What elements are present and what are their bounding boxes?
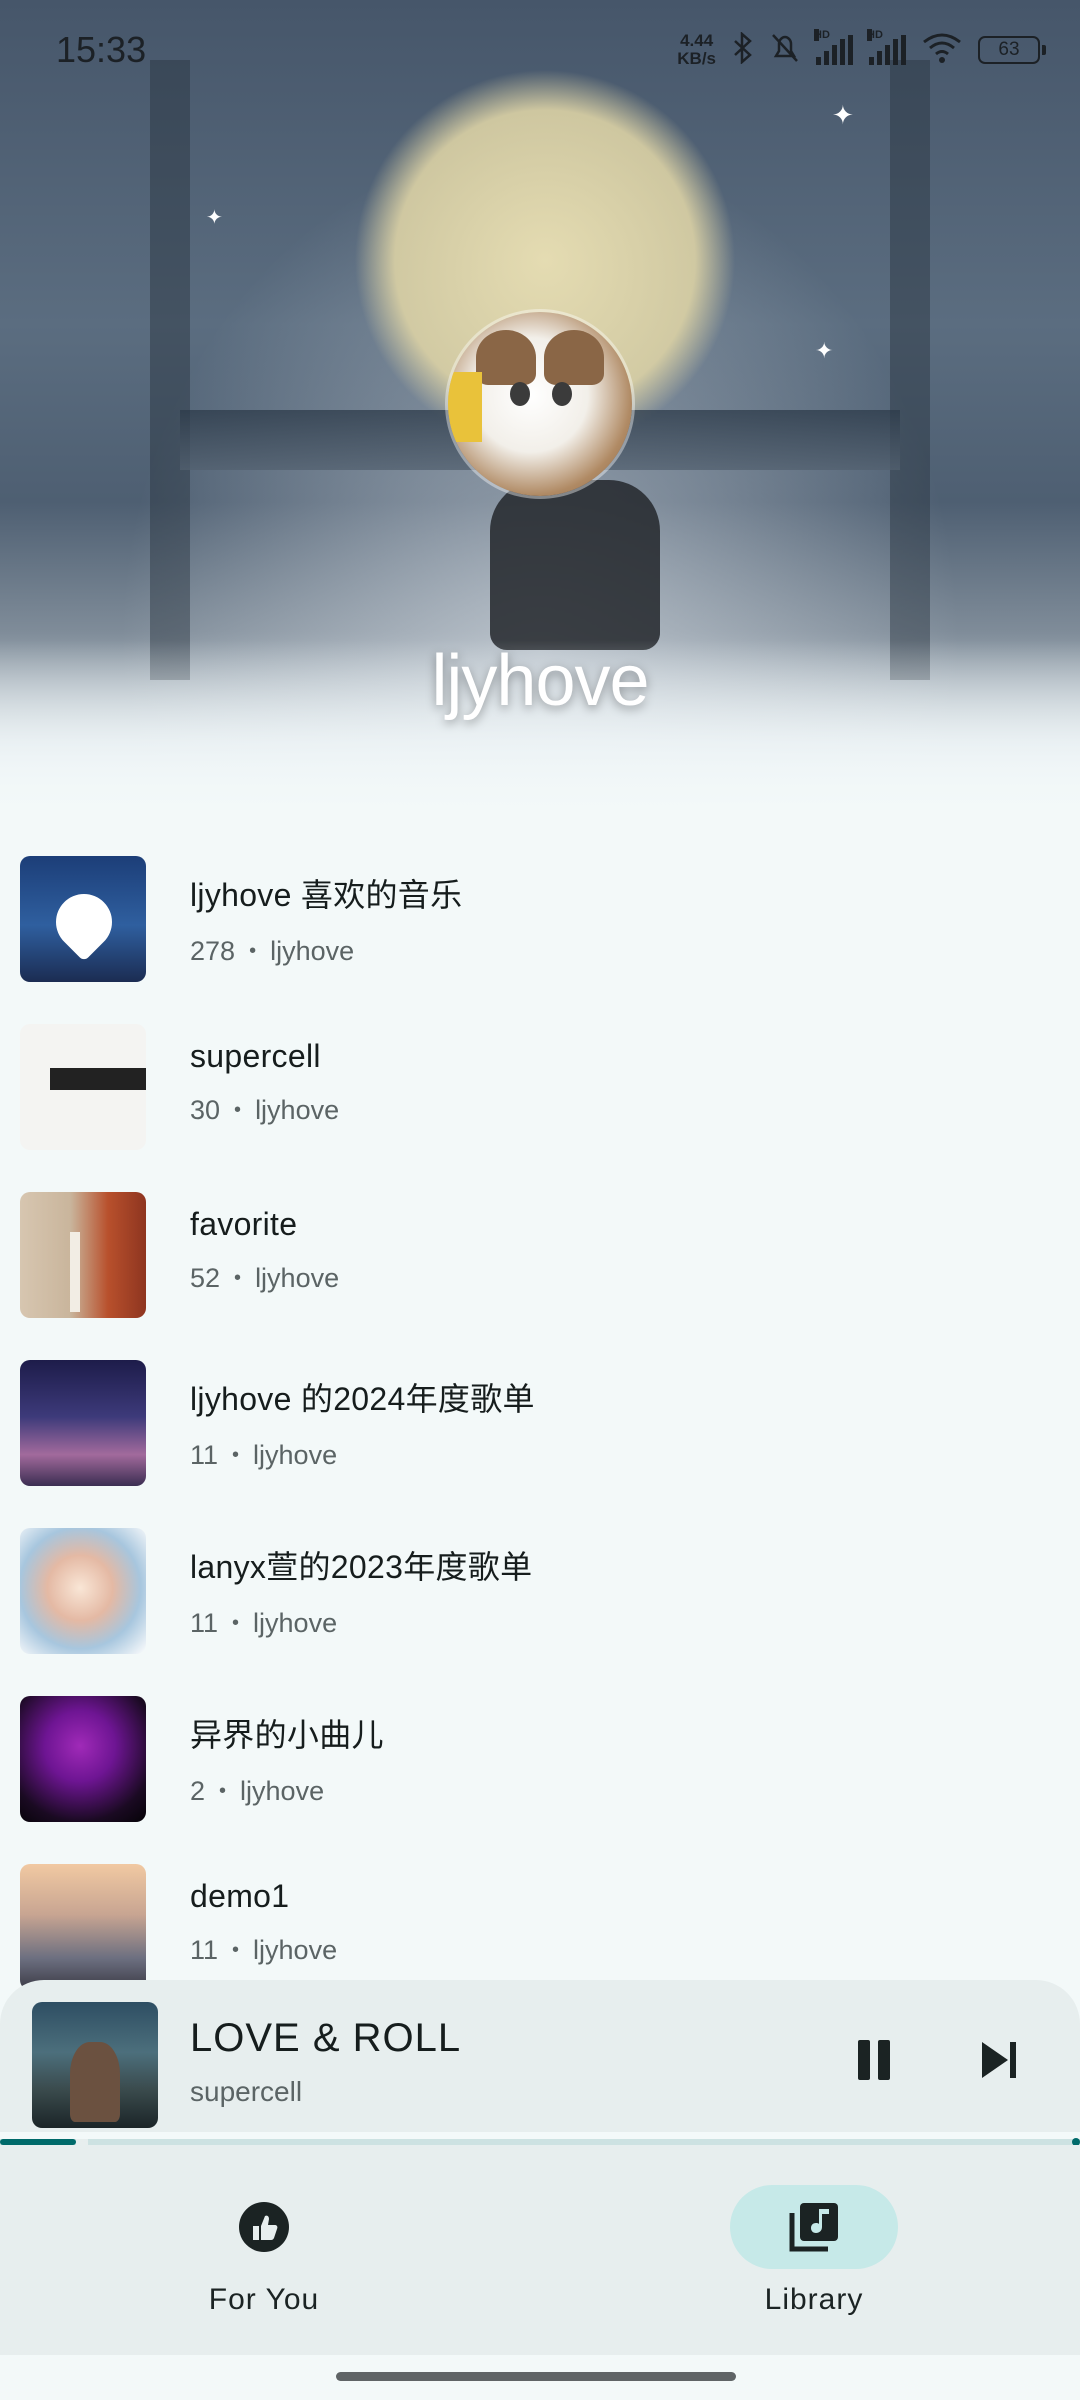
skip-next-icon-bar [1010, 2042, 1016, 2078]
bottom-navigation: For You Library [0, 2145, 1080, 2355]
playlist-title: favorite [190, 1206, 298, 1242]
playlist-count: 11 [190, 1608, 219, 1638]
network-speed-value: 4.44 [680, 31, 714, 50]
playlist-owner: ljyhove [253, 1935, 338, 1965]
nav-label: For You [208, 2283, 320, 2316]
meta-separator: • [234, 1267, 242, 1289]
nav-label: Library [764, 2283, 864, 2316]
playlist-count: 11 [190, 1935, 219, 1965]
sparkle-icon: ✦ [206, 207, 223, 229]
status-icons: 4.44 KB/s HD HD 63 [677, 29, 1046, 69]
playlist-cover [20, 856, 146, 982]
sparkle-icon: ✦ [815, 338, 834, 363]
playlist-cover [20, 1192, 146, 1318]
avatar[interactable] [448, 312, 632, 496]
playlist-owner: ljyhove [253, 1440, 338, 1470]
bluetooth-icon [732, 30, 754, 69]
playlist-owner: ljyhove [253, 1608, 338, 1638]
thumb-up-icon [239, 2202, 289, 2252]
playlist-item[interactable]: favorite 52 • ljyhove [0, 1184, 1080, 1352]
avatar-detail [448, 372, 482, 442]
battery-level: 63 [998, 39, 1020, 60]
network-speed: 4.44 KB/s [677, 32, 716, 68]
cell-signal-icon: HD [867, 29, 906, 65]
playlist-cover [20, 1360, 146, 1486]
banner-decoration [890, 60, 930, 680]
meta-separator: • [232, 1444, 240, 1466]
avatar-detail [510, 382, 530, 406]
avatar-detail [544, 330, 604, 385]
playlist-item[interactable]: supercell 30 • ljyhove [0, 1016, 1080, 1184]
wifi-icon [922, 32, 962, 69]
cover-detail [50, 1068, 146, 1090]
avatar-detail [552, 382, 572, 406]
playlist-item[interactable]: lanyx萱的2023年度歌单 11 • ljyhove [0, 1520, 1080, 1688]
meta-separator: • [249, 940, 257, 962]
signal-hd-label: HD [814, 29, 830, 41]
profile-username: ljyhove [431, 641, 649, 721]
playlist-count: 11 [190, 1440, 219, 1470]
now-playing-cover [32, 2002, 158, 2128]
status-time: 15:33 [56, 29, 147, 70]
playlist-cover [20, 1864, 146, 1990]
playlist-item[interactable]: 异界的小曲儿 2 • ljyhove [0, 1688, 1080, 1856]
signal-hd-label: HD [867, 29, 883, 41]
meta-separator: • [234, 1099, 242, 1121]
playlist-title: lanyx萱的2023年度歌单 [190, 1549, 533, 1585]
now-playing-title: LOVE & ROLL [190, 2016, 462, 2060]
playlist-title: ljyhove 的2024年度歌单 [190, 1381, 535, 1417]
playlist-item[interactable]: ljyhove 的2024年度歌单 11 • ljyhove [0, 1352, 1080, 1520]
cell-signal-icon: HD [814, 29, 853, 65]
playlist-list: ljyhove 喜欢的音乐 278 • ljyhove supercell 30 • l… [0, 848, 1080, 2024]
mute-bell-icon [770, 32, 800, 69]
playlist-count: 30 [190, 1095, 221, 1125]
playlist-title: ljyhove 喜欢的音乐 [190, 877, 463, 913]
playlist-cover [20, 1024, 146, 1150]
pause-button[interactable] [856, 2040, 892, 2080]
playlist-title: 异界的小曲儿 [190, 1717, 384, 1753]
playlist-title: supercell [190, 1038, 321, 1074]
playlist-count: 52 [190, 1263, 221, 1293]
meta-separator: • [232, 1612, 240, 1634]
skip-next-icon [982, 2042, 1008, 2078]
battery-icon: 63 [978, 36, 1046, 64]
library-music-icon [789, 2203, 838, 2252]
skip-next-button[interactable] [982, 2040, 1022, 2080]
playlist-count: 278 [190, 936, 236, 966]
meta-separator: • [219, 1780, 227, 1802]
banner-decoration [490, 480, 660, 650]
nav-indicator-selected [730, 2185, 898, 2269]
playlist-cover [20, 1696, 146, 1822]
avatar-detail [476, 330, 536, 385]
playlist-owner: ljyhove [255, 1263, 340, 1293]
now-playing-artist: supercell [190, 2076, 303, 2107]
playlist-owner: ljyhove [255, 1095, 340, 1125]
mini-player[interactable]: LOVE & ROLL supercell [0, 1980, 1080, 2132]
status-bar: 15:33 4.44 KB/s HD HD 63 [0, 0, 1080, 100]
sparkle-icon: ✦ [832, 100, 854, 130]
gesture-navigation-bar[interactable] [336, 2372, 736, 2381]
playlist-owner: ljyhove [270, 936, 355, 966]
banner-decoration [150, 60, 190, 680]
nav-item-library[interactable]: Library [694, 2185, 934, 2317]
playlist-owner: ljyhove [240, 1776, 325, 1806]
meta-separator: • [232, 1939, 240, 1961]
nav-indicator [180, 2185, 348, 2269]
playlist-count: 2 [190, 1776, 206, 1806]
network-speed-unit: KB/s [677, 49, 716, 68]
playlist-title: demo1 [190, 1878, 290, 1914]
nav-item-for-you[interactable]: For You [144, 2185, 384, 2317]
playlist-item[interactable]: ljyhove 喜欢的音乐 278 • ljyhove [0, 848, 1080, 1016]
playlist-cover [20, 1528, 146, 1654]
